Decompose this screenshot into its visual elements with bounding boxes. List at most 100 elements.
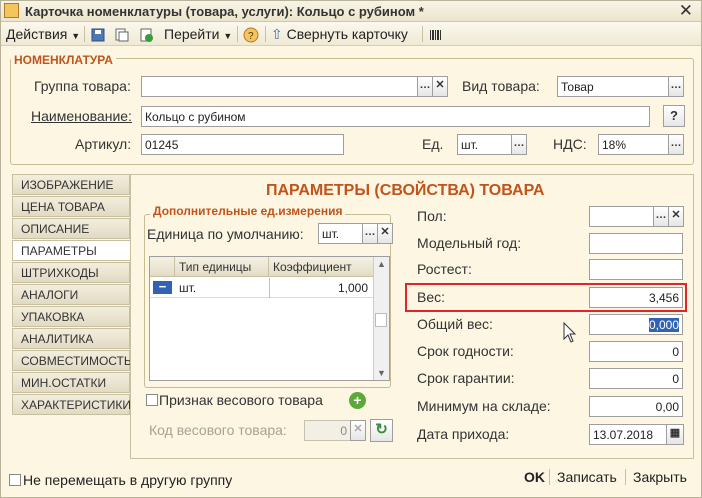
weight-label: Вес: bbox=[417, 289, 446, 305]
card-window: Карточка номенклатуры (товара, услуги): … bbox=[0, 0, 702, 498]
name-field[interactable]: Кольцо с рубином bbox=[141, 106, 650, 127]
barcode-icon[interactable] bbox=[429, 24, 443, 44]
weight-field[interactable]: 3,456 bbox=[589, 287, 683, 308]
separator bbox=[422, 26, 423, 42]
new-doc-icon[interactable] bbox=[138, 24, 154, 44]
toolbar: Действия ▼ Перейти ▼ ? ⇧ Свернуть карточ… bbox=[1, 22, 701, 46]
separator bbox=[84, 26, 85, 42]
calendar-icon[interactable]: ▦ bbox=[666, 424, 684, 445]
warranty-label: Срок гарантии: bbox=[417, 370, 515, 386]
goto-menu[interactable]: Перейти ▼ bbox=[164, 24, 232, 44]
no-move-checkbox[interactable] bbox=[9, 474, 21, 486]
default-unit-field[interactable]: шт. bbox=[318, 223, 363, 244]
gender-label: Пол: bbox=[417, 208, 447, 224]
shelf-life-field[interactable]: 0 bbox=[589, 341, 683, 362]
kind-field[interactable]: Товар bbox=[557, 76, 669, 97]
gender-select-button[interactable]: … bbox=[653, 206, 669, 227]
weight-code-clear-button[interactable]: ✕ bbox=[350, 420, 366, 441]
mouse-cursor-icon bbox=[563, 322, 577, 343]
rostest-label: Ростест: bbox=[417, 261, 472, 277]
total-weight-field[interactable]: 0,000 bbox=[589, 314, 683, 335]
tab-characteristics[interactable]: ХАРАКТЕРИСТИКИ bbox=[12, 394, 131, 415]
window-title: Карточка номенклатуры (товара, услуги): … bbox=[25, 4, 424, 19]
refresh-icon[interactable]: ↻ bbox=[370, 419, 393, 442]
default-unit-select-button[interactable]: … bbox=[362, 223, 378, 244]
actions-label: Действия bbox=[6, 26, 68, 42]
model-year-label: Модельный год: bbox=[417, 235, 522, 251]
vat-select-button[interactable]: … bbox=[668, 134, 684, 155]
title-bar: Карточка номенклатуры (товара, услуги): … bbox=[1, 1, 701, 22]
name-label[interactable]: Наименование: bbox=[31, 108, 132, 124]
group-clear-button[interactable]: ✕ bbox=[432, 76, 448, 97]
default-unit-clear-button[interactable]: ✕ bbox=[377, 223, 393, 244]
collapse-card-button[interactable]: ⇧ Свернуть карточку bbox=[271, 24, 408, 44]
parameters-title: ПАРАМЕТРЫ (СВОЙСТВА) ТОВАРА bbox=[266, 182, 545, 199]
weight-flag-checkbox[interactable] bbox=[146, 394, 158, 406]
scroll-up-icon[interactable]: ▲ bbox=[377, 259, 386, 269]
separator bbox=[625, 469, 626, 485]
min-stock-label: Минимум на складе: bbox=[417, 398, 551, 414]
unit-field[interactable]: шт. bbox=[457, 134, 512, 155]
gender-clear-button[interactable]: ✕ bbox=[668, 206, 684, 227]
svg-text:?: ? bbox=[248, 31, 254, 42]
total-weight-selection: 0,000 bbox=[648, 318, 679, 332]
tab-packaging[interactable]: УПАКОВКА bbox=[12, 306, 130, 327]
tab-image[interactable]: ИЗОБРАЖЕНИЕ bbox=[12, 174, 130, 195]
vat-label: НДС: bbox=[553, 136, 587, 152]
dropdown-arrow-icon: ▼ bbox=[223, 31, 233, 41]
tab-parameters[interactable]: ПАРАМЕТРЫ bbox=[12, 240, 132, 261]
tab-min-stock[interactable]: МИН.ОСТАТКИ bbox=[12, 372, 130, 393]
shelf-life-label: Срок годности: bbox=[417, 343, 514, 359]
add-icon[interactable]: + bbox=[349, 392, 366, 409]
table-header-marker bbox=[150, 257, 175, 277]
tab-analogs[interactable]: АНАЛОГИ bbox=[12, 284, 130, 305]
arrival-date-label: Дата прихода: bbox=[417, 426, 510, 442]
article-field[interactable]: 01245 bbox=[141, 134, 344, 155]
tab-barcodes[interactable]: ШТРИХКОДЫ bbox=[12, 262, 130, 283]
kind-select-button[interactable]: … bbox=[668, 76, 684, 97]
weight-flag-label: Признак весового товара bbox=[159, 392, 323, 408]
tab-price[interactable]: ЦЕНА ТОВАРА bbox=[12, 196, 130, 217]
help-button[interactable]: ? bbox=[663, 105, 685, 127]
save-icon[interactable] bbox=[90, 24, 106, 44]
warranty-field[interactable]: 0 bbox=[589, 368, 683, 389]
model-year-field[interactable] bbox=[589, 233, 683, 254]
scroll-thumb[interactable] bbox=[375, 313, 387, 327]
up-arrow-icon: ⇧ bbox=[271, 26, 283, 42]
nomenclature-group-title: НОМЕНКЛАТУРА bbox=[11, 53, 116, 67]
weight-code-field[interactable]: 0 bbox=[304, 420, 351, 441]
rostest-field[interactable] bbox=[589, 259, 683, 280]
default-unit-label: Единица по умолчанию: bbox=[147, 226, 304, 242]
table-header-unit[interactable]: Тип единицы bbox=[175, 257, 269, 277]
ok-button[interactable]: OK bbox=[524, 469, 545, 485]
min-stock-field[interactable]: 0,00 bbox=[589, 396, 683, 417]
tab-description[interactable]: ОПИСАНИЕ bbox=[12, 218, 130, 239]
group-select-button[interactable]: … bbox=[417, 76, 433, 97]
help-icon[interactable]: ? bbox=[243, 24, 259, 44]
tab-compatibility[interactable]: СОВМЕСТИМОСТЬ bbox=[12, 350, 132, 371]
tab-analytics[interactable]: АНАЛИТИКА bbox=[12, 328, 130, 349]
goto-label: Перейти bbox=[164, 26, 220, 42]
row-unit: шт. bbox=[179, 281, 197, 295]
arrival-date-field[interactable]: 13.07.2018 bbox=[589, 424, 667, 445]
scroll-down-icon[interactable]: ▼ bbox=[377, 368, 386, 378]
vat-field[interactable]: 18% bbox=[598, 134, 669, 155]
gender-field[interactable] bbox=[589, 206, 654, 227]
article-label: Артикул: bbox=[75, 136, 132, 152]
table-scrollbar[interactable]: ▲ ▼ bbox=[373, 257, 389, 380]
tab-list: ИЗОБРАЖЕНИЕ ЦЕНА ТОВАРА ОПИСАНИЕ ПАРАМЕТ… bbox=[12, 174, 132, 416]
unit-select-button[interactable]: … bbox=[511, 134, 527, 155]
table-header-coef[interactable]: Коэффициент bbox=[269, 257, 374, 277]
group-field[interactable] bbox=[141, 76, 418, 97]
save-button[interactable]: Записать bbox=[557, 469, 617, 485]
dropdown-arrow-icon: ▼ bbox=[71, 31, 81, 41]
copy-icon[interactable] bbox=[114, 24, 130, 44]
units-group-title: Дополнительные ед.измерения bbox=[150, 204, 346, 218]
row-minus-icon: − bbox=[153, 280, 172, 294]
actions-menu[interactable]: Действия ▼ bbox=[6, 24, 80, 44]
collapse-label: Свернуть карточку bbox=[286, 26, 408, 42]
separator bbox=[549, 469, 550, 485]
close-button[interactable]: Закрыть bbox=[633, 469, 687, 485]
close-icon[interactable]: ✕ bbox=[679, 1, 693, 21]
table-row[interactable]: − шт. 1,000 bbox=[150, 278, 374, 298]
